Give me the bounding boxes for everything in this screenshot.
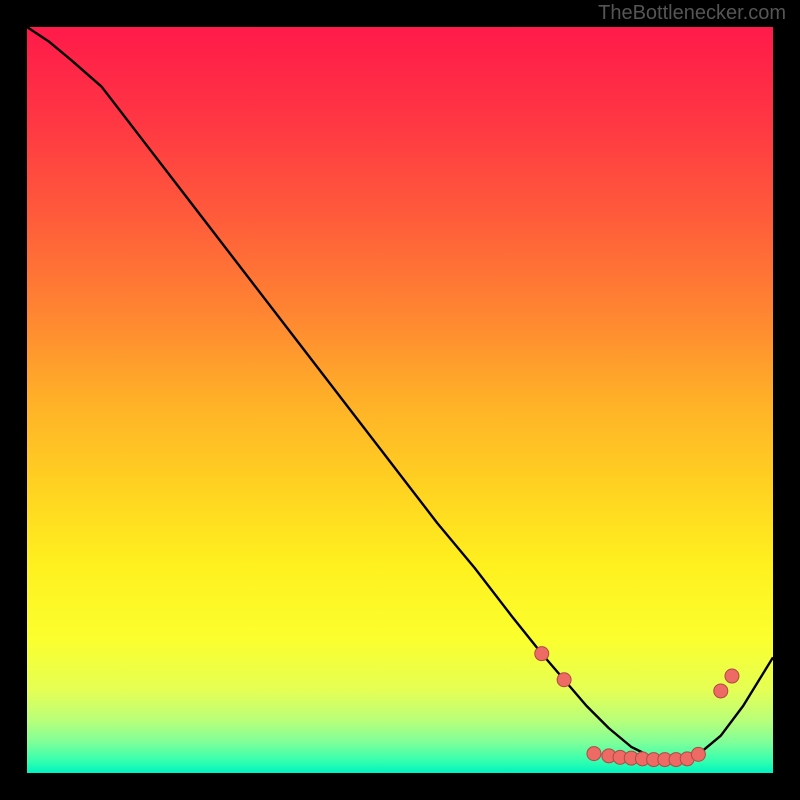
data-marker bbox=[714, 684, 728, 698]
chart-svg bbox=[27, 27, 773, 773]
data-marker bbox=[557, 673, 571, 687]
data-marker bbox=[691, 747, 705, 761]
attribution-label: TheBottlenecker.com bbox=[598, 2, 786, 25]
data-marker bbox=[535, 647, 549, 661]
bottleneck-chart bbox=[27, 27, 773, 773]
chart-background bbox=[27, 27, 773, 773]
data-marker bbox=[725, 669, 739, 683]
data-marker bbox=[587, 747, 601, 761]
